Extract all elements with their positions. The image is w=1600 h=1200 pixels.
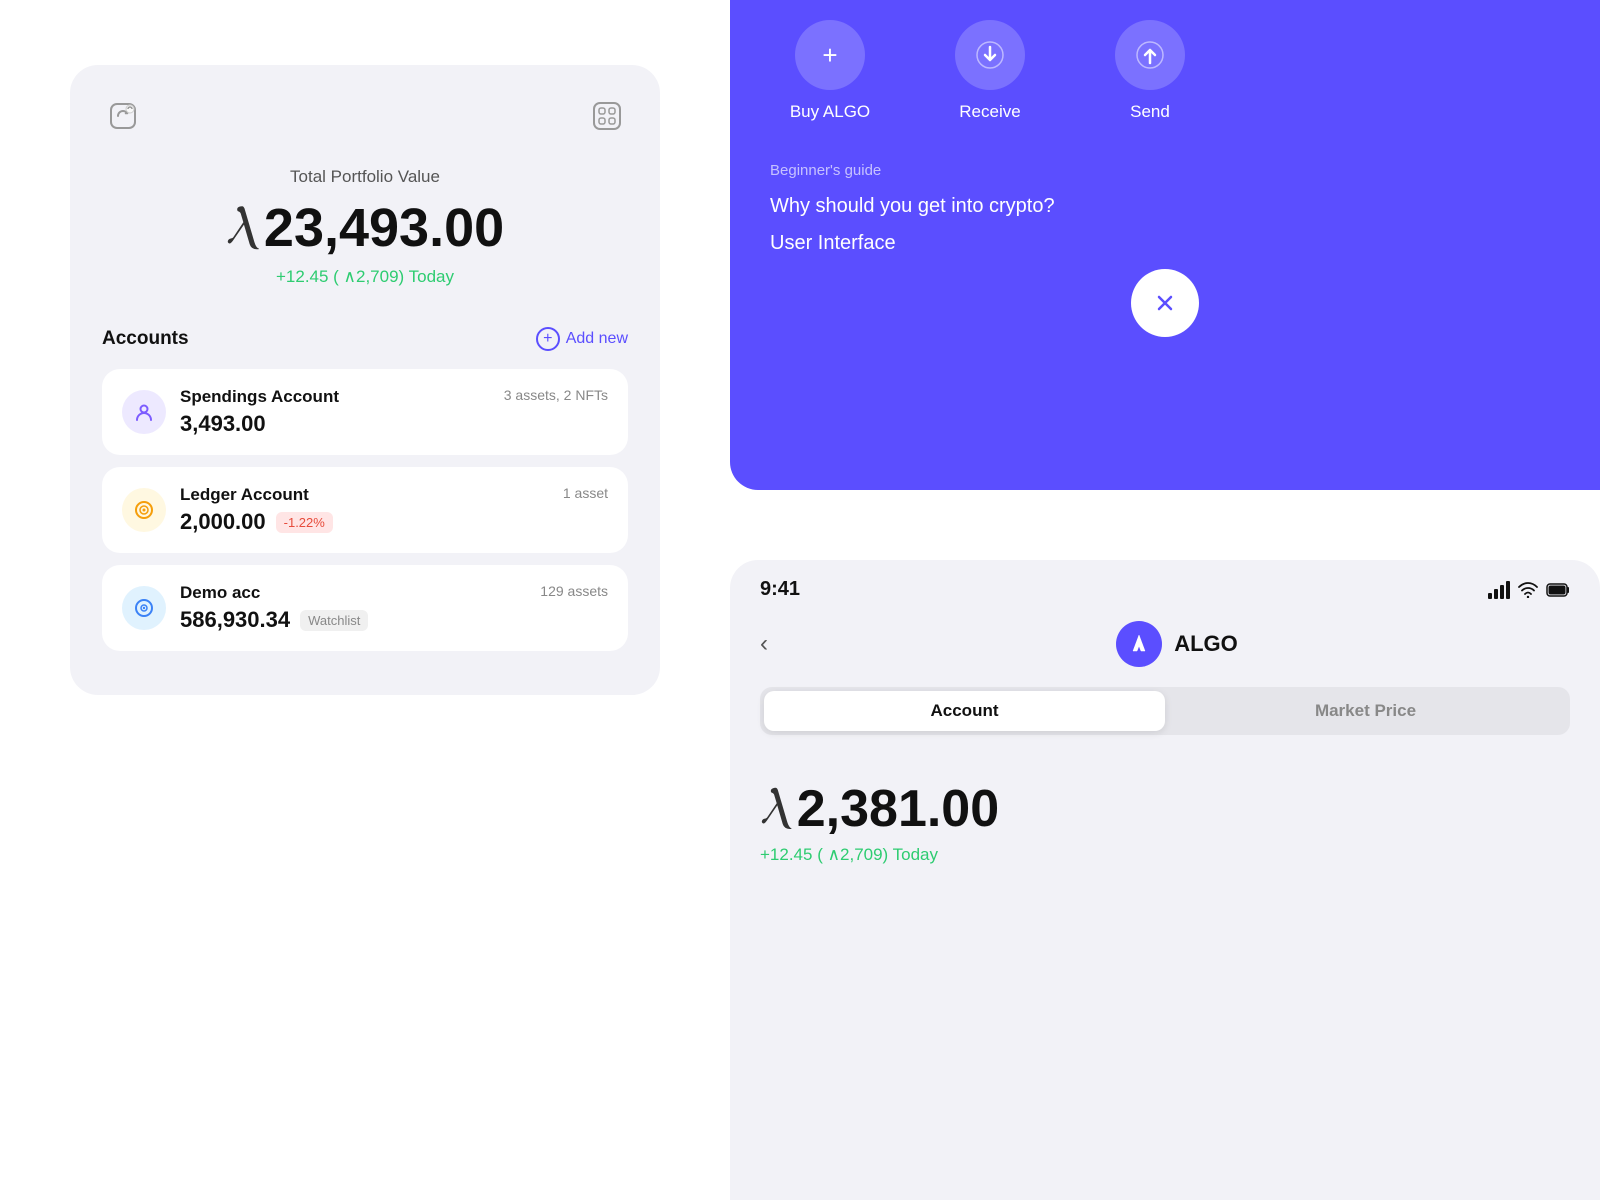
phone-balance-section: Ⲗ 2,381.00 +12.45 ( ∧2,709) Today	[730, 759, 1600, 865]
account-assets-spendings: 3 assets, 2 NFTs	[504, 387, 608, 403]
account-badge-demo: Watchlist	[300, 610, 368, 631]
phone-nav: ‹ ALGO	[730, 611, 1600, 687]
send-button[interactable]: Send	[1080, 20, 1220, 122]
back-button[interactable]: ‹	[760, 630, 768, 658]
phone-balance-change: +12.45 ( ∧2,709) Today	[760, 845, 1570, 865]
phone-balance-value: Ⲗ 2,381.00	[760, 779, 1570, 839]
right-purple-panel: + Buy ALGO Receive Send Beginner's gui	[730, 0, 1600, 490]
portfolio-section: Total Portfolio Value Ⲗ 23,493.00 +12.45…	[102, 167, 628, 287]
buy-algo-button[interactable]: + Buy ALGO	[760, 20, 900, 122]
algo-coin-icon	[1116, 621, 1162, 667]
plus-circle-icon: +	[536, 327, 560, 351]
tab-market-price[interactable]: Market Price	[1165, 691, 1566, 731]
guide-item-ui[interactable]: User Interface	[770, 232, 1560, 255]
close-button[interactable]	[1131, 269, 1199, 337]
accounts-header: Accounts + Add new	[102, 327, 628, 351]
buy-algo-label: Buy ALGO	[790, 102, 870, 122]
add-new-button[interactable]: + Add new	[536, 327, 628, 351]
account-balance-demo: 586,930.34	[180, 607, 290, 633]
layout-icon[interactable]	[586, 95, 628, 137]
buy-algo-icon: +	[795, 20, 865, 90]
wifi-icon	[1518, 582, 1538, 598]
account-badge-ledger: -1.22%	[276, 512, 333, 533]
portfolio-amount: 23,493.00	[264, 197, 504, 259]
portfolio-value: Ⲗ 23,493.00	[102, 197, 628, 259]
account-icon-spendings	[122, 390, 166, 434]
receive-icon	[955, 20, 1025, 90]
portfolio-change: +12.45 ( ∧2,709) Today	[102, 267, 628, 287]
account-name-demo: Demo acc	[180, 583, 260, 603]
receive-button[interactable]: Receive	[920, 20, 1060, 122]
tab-bar: Account Market Price	[760, 687, 1570, 735]
receive-label: Receive	[959, 102, 1020, 122]
send-icon	[1115, 20, 1185, 90]
accounts-title: Accounts	[102, 328, 189, 350]
account-info-demo: Demo acc 129 assets 586,930.34 Watchlist	[180, 583, 608, 633]
account-name-spendings: Spendings Account	[180, 387, 339, 407]
algo-symbol: Ⲗ	[226, 200, 256, 256]
portfolio-label: Total Portfolio Value	[102, 167, 628, 187]
account-name-ledger: Ledger Account	[180, 485, 309, 505]
beginner-guide-section: Beginner's guide Why should you get into…	[730, 152, 1600, 357]
algo-header: ALGO	[784, 621, 1570, 667]
send-label: Send	[1130, 102, 1170, 122]
account-icon-ledger	[122, 488, 166, 532]
left-portfolio-panel: Total Portfolio Value Ⲗ 23,493.00 +12.45…	[70, 65, 660, 695]
account-card-ledger[interactable]: Ledger Account 1 asset 2,000.00 -1.22%	[102, 467, 628, 553]
account-balance-ledger: 2,000.00	[180, 509, 266, 535]
signal-bars-icon	[1488, 581, 1510, 599]
account-balance-spendings: 3,493.00	[180, 411, 266, 437]
right-phone-panel: 9:41 ‹	[730, 560, 1600, 1200]
account-icon-demo	[122, 586, 166, 630]
tab-account[interactable]: Account	[764, 691, 1165, 731]
account-info-spendings: Spendings Account 3 assets, 2 NFTs 3,493…	[180, 387, 608, 437]
account-assets-demo: 129 assets	[540, 583, 608, 599]
account-card-spendings[interactable]: Spendings Account 3 assets, 2 NFTs 3,493…	[102, 369, 628, 455]
status-icons	[1488, 581, 1570, 599]
phone-balance-amount: 2,381.00	[797, 779, 999, 839]
phone-status-bar: 9:41	[730, 560, 1600, 611]
account-assets-ledger: 1 asset	[563, 485, 608, 501]
phone-algo-symbol: Ⲗ	[760, 784, 789, 834]
account-info-ledger: Ledger Account 1 asset 2,000.00 -1.22%	[180, 485, 608, 535]
account-card-demo[interactable]: Demo acc 129 assets 586,930.34 Watchlist	[102, 565, 628, 651]
battery-icon	[1546, 581, 1570, 599]
refresh-icon[interactable]	[102, 95, 144, 137]
algo-name-label: ALGO	[1174, 631, 1238, 657]
guide-item-crypto[interactable]: Why should you get into crypto?	[770, 195, 1560, 218]
panel-header	[102, 95, 628, 137]
beginner-guide-label: Beginner's guide	[770, 162, 1560, 179]
add-new-label: Add new	[566, 330, 628, 348]
action-buttons-row: + Buy ALGO Receive Send	[730, 0, 1600, 152]
status-time: 9:41	[760, 578, 800, 601]
